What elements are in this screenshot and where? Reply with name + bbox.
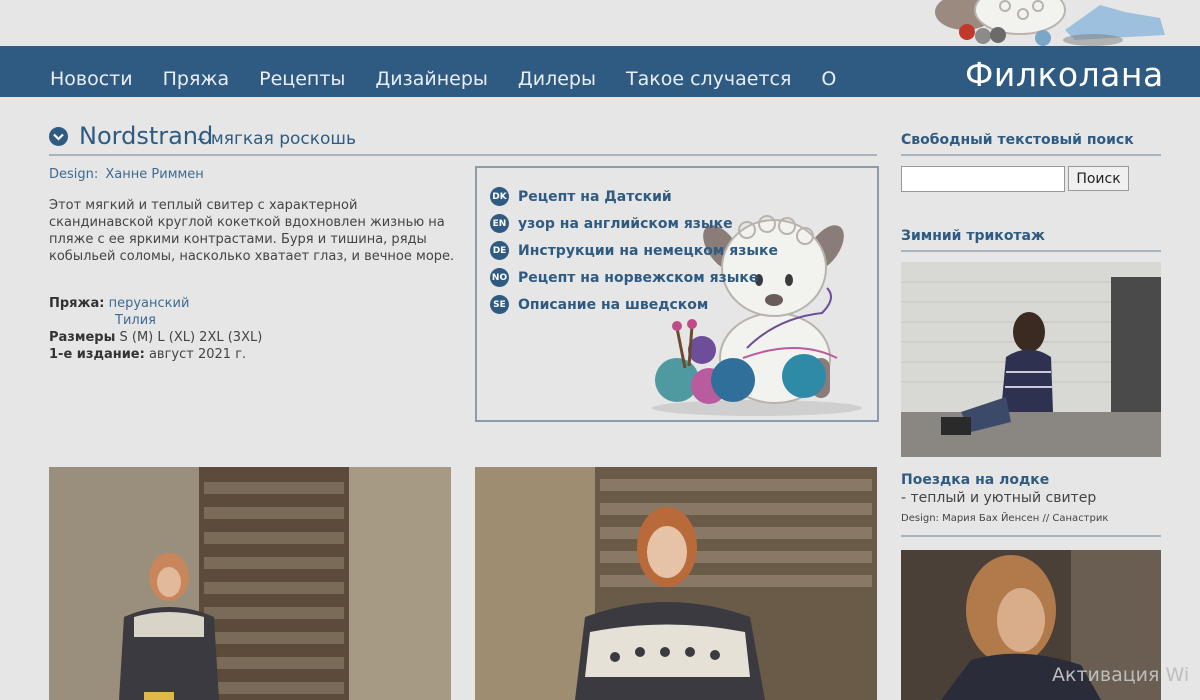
language-link-no[interactable]: NO Рецепт на норвежском языке (490, 268, 758, 287)
yarn-link-tilia[interactable]: Тилия (115, 313, 156, 328)
winter-knitwear-heading: Зимний трикотаж (901, 228, 1161, 252)
product-title-row: Nordstrand – мягкая роскошь (49, 122, 877, 156)
designer-line: Design: Ханне Риммен (49, 167, 207, 182)
language-link-label[interactable]: Рецепт на Датский (518, 189, 672, 205)
nav-item-it-happens[interactable]: Такое случается (626, 68, 791, 90)
boat-trip-designer: Design: Мария Бах Йенсен // Санастрик (901, 513, 1109, 524)
site-logo[interactable]: Филколана (965, 55, 1164, 94)
language-badge-icon: EN (490, 214, 509, 233)
sizes-spec: Размеры S (M) L (XL) 2XL (3XL) (49, 330, 262, 345)
language-link-label[interactable]: Рецепт на норвежском языке (518, 270, 758, 286)
language-badge-icon: DK (490, 187, 509, 206)
language-badge-icon: SE (490, 295, 509, 314)
main-navigation: Новости Пряжа Рецепты Дизайнеры Дилеры Т… (0, 46, 1200, 97)
search-input[interactable] (901, 166, 1065, 192)
edition-label: 1-е издание: (49, 347, 145, 362)
product-subtitle: – мягкая роскошь (197, 129, 356, 149)
edition-value: август 2021 г. (148, 347, 247, 362)
yarn-spec-second: Тилия (115, 313, 156, 328)
product-description: Этот мягкий и теплый свитер с характерно… (49, 198, 455, 264)
search-heading: Свободный текстовый поиск (901, 132, 1161, 156)
nav-menu: Новости Пряжа Рецепты Дизайнеры Дилеры Т… (50, 68, 866, 90)
yarn-link-peruvian[interactable]: перуанский (109, 296, 190, 311)
language-badge-icon: NO (490, 268, 509, 287)
nav-item-news[interactable]: Новости (50, 68, 133, 90)
sizes-value: S (M) L (XL) 2XL (3XL) (119, 330, 263, 345)
designer-link[interactable]: Ханне Риммен (105, 167, 203, 182)
language-link-label[interactable]: Описание на шведском (518, 297, 708, 313)
language-link-label[interactable]: узор на английском языке (518, 216, 733, 232)
sheep-mascot-banner-icon (935, 0, 1165, 46)
windows-activation-watermark: Активация Wi (1052, 664, 1190, 686)
boat-trip-link[interactable]: Поездка на лодке (901, 472, 1049, 488)
sizes-label: Размеры (49, 330, 116, 345)
chevron-down-icon[interactable] (49, 127, 68, 146)
divider (901, 535, 1161, 537)
edition-spec: 1-е издание: август 2021 г. (49, 347, 246, 362)
yarn-label: Пряжа: (49, 296, 105, 311)
nav-item-about[interactable]: О (821, 68, 836, 90)
nav-item-yarn[interactable]: Пряжа (163, 68, 230, 90)
winter-knitwear-photo[interactable] (901, 262, 1161, 457)
product-title: Nordstrand (79, 122, 214, 150)
designer-label: Design: (49, 167, 99, 182)
language-badge-icon: DE (490, 241, 509, 260)
language-link-se[interactable]: SE Описание на шведском (490, 295, 708, 314)
search-button[interactable]: Поиск (1068, 166, 1129, 191)
nav-item-recipes[interactable]: Рецепты (259, 68, 345, 90)
language-link-dk[interactable]: DK Рецепт на Датский (490, 187, 672, 206)
pattern-languages-box: DK Рецепт на Датский EN узор на английск… (475, 166, 879, 422)
product-photo-1[interactable] (49, 467, 451, 700)
language-link-en[interactable]: EN узор на английском языке (490, 214, 733, 233)
product-photo-2[interactable] (475, 467, 877, 700)
language-link-de[interactable]: DE Инструкции на немецком языке (490, 241, 778, 260)
language-link-label[interactable]: Инструкции на немецком языке (518, 243, 778, 259)
boat-trip-subtitle: - теплый и уютный свитер (901, 490, 1097, 506)
nav-item-dealers[interactable]: Дилеры (518, 68, 596, 90)
nav-item-designers[interactable]: Дизайнеры (375, 68, 487, 90)
yarn-spec: Пряжа: перуанский (49, 296, 189, 311)
